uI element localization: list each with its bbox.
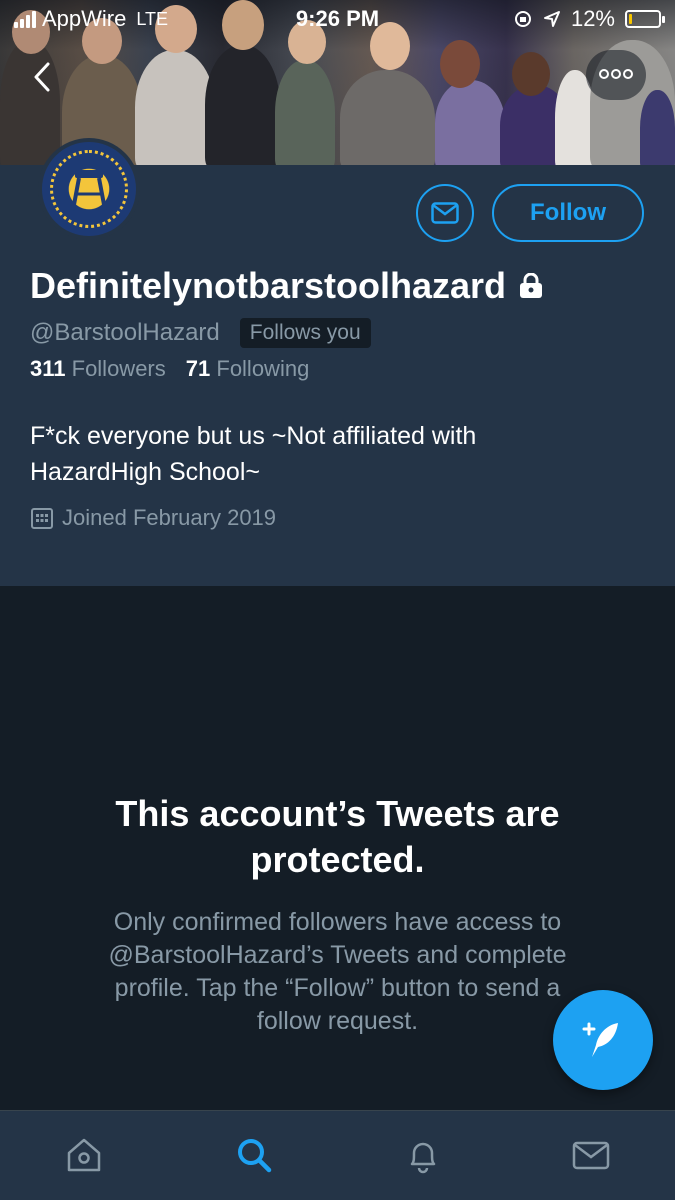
calendar-icon: [31, 508, 53, 529]
bottom-tab-bar: [0, 1110, 675, 1200]
display-name: Definitelynotbarstoolhazard: [30, 265, 507, 306]
barstool-logo-icon: [42, 142, 136, 236]
protected-desc-line: @BarstoolHazard’s Tweets and complete: [108, 941, 567, 969]
following-link[interactable]: 71 Following: [186, 356, 310, 382]
status-bar: AppWire LTE 9:26 PM 12%: [0, 0, 675, 38]
bio-line: F*ck everyone but us ~Not affiliated wit…: [30, 422, 477, 450]
compose-feather-icon: [582, 1022, 618, 1057]
joined-date-row: Joined February 2019: [30, 505, 276, 531]
battery-icon: [625, 10, 665, 28]
tab-search[interactable]: [232, 1133, 276, 1177]
following-count: 71: [185, 356, 211, 381]
followers-link[interactable]: 311 Followers: [30, 356, 166, 382]
tab-home[interactable]: [62, 1133, 106, 1177]
user-handle: @BarstoolHazard: [30, 319, 220, 346]
tab-notifications[interactable]: [401, 1133, 445, 1177]
follows-you-badge: Follows you: [239, 318, 371, 348]
bell-icon: [410, 1142, 436, 1174]
joined-date: Joined February 2019: [62, 505, 277, 530]
follow-counts: 311 Followers 71 Following: [30, 356, 309, 382]
search-icon: [238, 1139, 272, 1173]
protected-title-line: protected.: [250, 839, 425, 880]
more-icon: [599, 69, 633, 79]
protected-desc-line: Only confirmed followers have access to: [113, 908, 562, 936]
battery-percent: 12%: [570, 6, 615, 31]
follow-button[interactable]: Follow: [492, 184, 644, 242]
protected-desc-line: follow request.: [256, 1007, 419, 1035]
bio-line: HazardHigh School~: [30, 458, 260, 486]
back-button[interactable]: [30, 60, 70, 100]
protected-title-line: This account’s Tweets are: [115, 793, 560, 834]
followers-count: 311: [30, 356, 66, 381]
followers-label: Followers: [71, 356, 166, 381]
protected-desc-line: profile. Tap the “Follow” button to send…: [114, 974, 561, 1002]
message-button[interactable]: [416, 184, 474, 242]
home-icon: [67, 1138, 101, 1172]
tab-messages[interactable]: [569, 1133, 613, 1177]
avatar[interactable]: [38, 138, 140, 240]
location-icon: [543, 11, 560, 27]
mail-icon: [431, 202, 459, 224]
display-name-row: Definitelynotbarstoolhazard: [30, 265, 544, 307]
mail-icon: [572, 1141, 610, 1170]
orientation-lock-icon: [514, 11, 531, 27]
protected-title: This account’s Tweets are protected.: [40, 791, 635, 883]
lock-icon: [520, 273, 543, 298]
protected-description: Only confirmed followers have access to …: [60, 906, 615, 1038]
profile-bio: F*ck everyone but us ~Not affiliated wit…: [30, 418, 630, 490]
compose-tweet-button[interactable]: [553, 990, 653, 1090]
handle-row: @BarstoolHazard Follows you: [30, 318, 371, 348]
chevron-left-icon: [34, 62, 50, 92]
more-options-button[interactable]: [586, 50, 646, 100]
following-label: Following: [216, 356, 310, 381]
